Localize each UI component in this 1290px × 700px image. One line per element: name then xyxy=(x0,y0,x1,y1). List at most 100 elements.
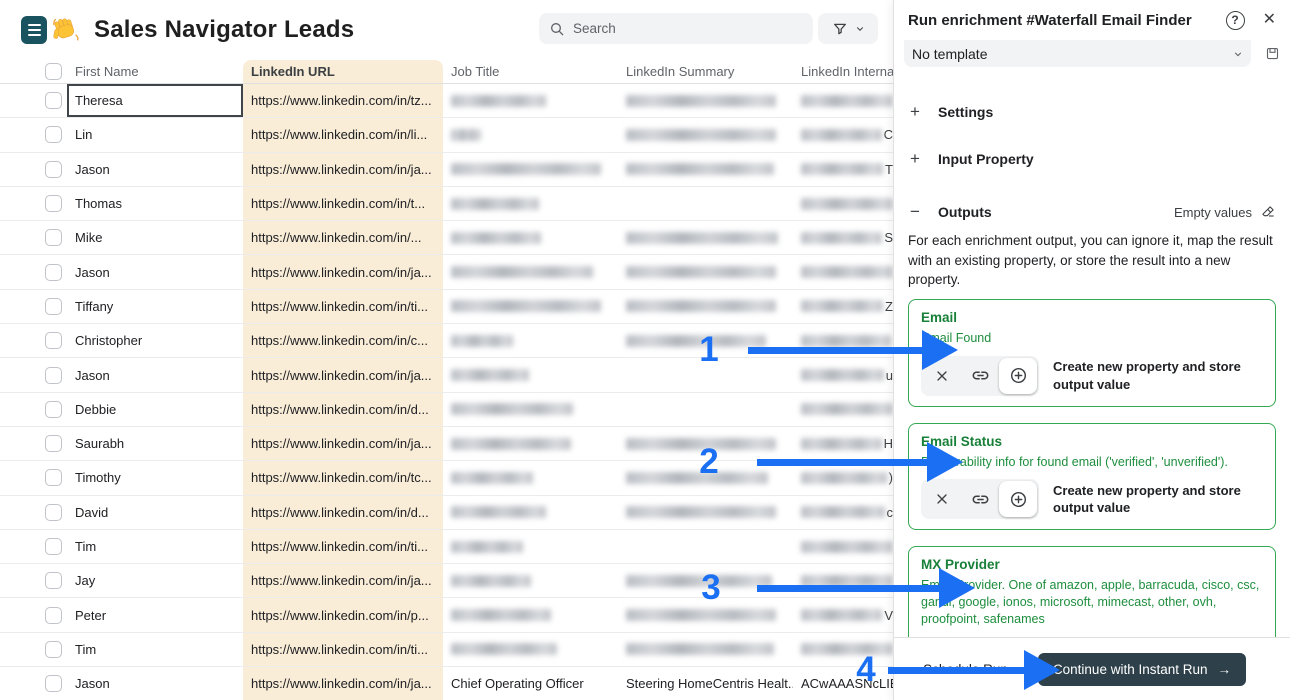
create-new-property-button[interactable] xyxy=(999,358,1037,394)
section-toggle-icon[interactable]: − xyxy=(908,202,922,222)
column-header-job-title[interactable]: Job Title xyxy=(443,60,618,83)
linkedin-summary-cell[interactable] xyxy=(618,118,793,151)
row-checkbox[interactable] xyxy=(45,641,62,658)
linkedin-summary-cell[interactable] xyxy=(618,290,793,323)
section-label[interactable]: Input Property xyxy=(938,151,1276,167)
first-name-cell[interactable]: Lin xyxy=(67,118,243,151)
job-title-cell[interactable] xyxy=(443,427,618,460)
linkedin-summary-cell[interactable] xyxy=(618,564,793,597)
row-checkbox[interactable] xyxy=(45,161,62,178)
first-name-cell[interactable]: Jason xyxy=(67,358,243,391)
linkedin-summary-cell[interactable] xyxy=(618,598,793,631)
job-title-cell[interactable] xyxy=(443,393,618,426)
linkedin-summary-cell[interactable] xyxy=(618,427,793,460)
continue-instant-run-button[interactable]: Continue with Instant Run → xyxy=(1038,653,1246,686)
linkedin-internal-id-cell[interactable] xyxy=(793,530,893,563)
linkedin-summary-cell[interactable] xyxy=(618,633,793,666)
linkedin-summary-cell[interactable] xyxy=(618,461,793,494)
linkedin-internal-id-cell[interactable] xyxy=(793,255,893,288)
first-name-cell[interactable]: Mike xyxy=(67,221,243,254)
job-title-cell[interactable] xyxy=(443,153,618,186)
linkedin-internal-id-cell[interactable]: S xyxy=(793,221,893,254)
schedule-run-button[interactable]: Schedule Run xyxy=(923,662,1008,677)
linkedin-summary-cell[interactable] xyxy=(618,358,793,391)
linkedin-url-cell[interactable]: https://www.linkedin.com/in/... xyxy=(243,221,443,254)
job-title-cell[interactable] xyxy=(443,633,618,666)
linkedin-url-cell[interactable]: https://www.linkedin.com/in/ja... xyxy=(243,255,443,288)
row-checkbox[interactable] xyxy=(45,435,62,452)
row-checkbox[interactable] xyxy=(45,469,62,486)
first-name-cell[interactable]: Saurabh xyxy=(67,427,243,460)
save-template-icon[interactable] xyxy=(1265,46,1280,61)
row-checkbox[interactable] xyxy=(45,229,62,246)
linkedin-internal-id-cell[interactable]: ACwAAASNcLIBrQ xyxy=(793,667,893,700)
job-title-cell[interactable] xyxy=(443,118,618,151)
linkedin-url-cell[interactable]: https://www.linkedin.com/in/li... xyxy=(243,118,443,151)
column-header-linkedin-internal-id[interactable]: LinkedIn Internal ID xyxy=(793,60,893,83)
linkedin-url-cell[interactable]: https://www.linkedin.com/in/ti... xyxy=(243,530,443,563)
first-name-cell[interactable]: Christopher xyxy=(67,324,243,357)
template-select[interactable]: No template xyxy=(904,40,1251,67)
first-name-cell[interactable]: Timothy xyxy=(67,461,243,494)
row-checkbox[interactable] xyxy=(45,401,62,418)
job-title-cell[interactable] xyxy=(443,496,618,529)
column-header-linkedin-summary[interactable]: LinkedIn Summary xyxy=(618,60,793,83)
linkedin-internal-id-cell[interactable] xyxy=(793,633,893,666)
linkedin-internal-id-cell[interactable]: H xyxy=(793,427,893,460)
empty-values-button[interactable]: Empty values xyxy=(1174,204,1276,220)
row-checkbox[interactable] xyxy=(45,332,62,349)
linkedin-summary-cell[interactable] xyxy=(618,187,793,220)
first-name-cell[interactable]: Tiffany xyxy=(67,290,243,323)
linkedin-url-cell[interactable]: https://www.linkedin.com/in/ja... xyxy=(243,358,443,391)
job-title-cell[interactable] xyxy=(443,84,618,117)
job-title-cell[interactable] xyxy=(443,290,618,323)
first-name-cell[interactable]: Jason xyxy=(67,153,243,186)
job-title-cell[interactable] xyxy=(443,461,618,494)
job-title-cell[interactable] xyxy=(443,358,618,391)
first-name-cell[interactable]: Peter xyxy=(67,598,243,631)
linkedin-url-cell[interactable]: https://www.linkedin.com/in/ja... xyxy=(243,153,443,186)
row-checkbox[interactable] xyxy=(45,195,62,212)
linkedin-summary-cell[interactable] xyxy=(618,496,793,529)
linkedin-internal-id-cell[interactable]: u xyxy=(793,358,893,391)
linkedin-internal-id-cell[interactable]: C xyxy=(793,118,893,151)
linkedin-url-cell[interactable]: https://www.linkedin.com/in/ja... xyxy=(243,667,443,700)
job-title-cell[interactable]: Chief Operating Officer xyxy=(443,667,618,700)
linkedin-internal-id-cell[interactable]: T xyxy=(793,153,893,186)
linkedin-summary-cell[interactable] xyxy=(618,324,793,357)
row-checkbox[interactable] xyxy=(45,607,62,624)
menu-button[interactable] xyxy=(21,16,47,44)
select-all-checkbox[interactable] xyxy=(45,63,62,80)
linkedin-summary-cell[interactable] xyxy=(618,84,793,117)
linkedin-url-cell[interactable]: https://www.linkedin.com/in/d... xyxy=(243,393,443,426)
first-name-cell[interactable]: Jason xyxy=(67,667,243,700)
map-existing-property-button[interactable] xyxy=(961,481,999,517)
linkedin-url-cell[interactable]: https://www.linkedin.com/in/tc... xyxy=(243,461,443,494)
row-checkbox[interactable] xyxy=(45,367,62,384)
create-new-property-button[interactable] xyxy=(999,481,1037,517)
row-checkbox[interactable] xyxy=(45,298,62,315)
close-icon[interactable]: ✕ xyxy=(1263,12,1276,28)
linkedin-url-cell[interactable]: https://www.linkedin.com/in/ti... xyxy=(243,290,443,323)
linkedin-summary-cell[interactable] xyxy=(618,153,793,186)
job-title-cell[interactable] xyxy=(443,324,618,357)
linkedin-internal-id-cell[interactable] xyxy=(793,187,893,220)
first-name-cell[interactable]: David xyxy=(67,496,243,529)
job-title-cell[interactable] xyxy=(443,530,618,563)
ignore-output-button[interactable] xyxy=(923,358,961,394)
linkedin-url-cell[interactable]: https://www.linkedin.com/in/tz... xyxy=(243,84,443,117)
linkedin-url-cell[interactable]: https://www.linkedin.com/in/d... xyxy=(243,496,443,529)
row-checkbox[interactable] xyxy=(45,92,62,109)
first-name-cell[interactable]: Debbie xyxy=(67,393,243,426)
map-existing-property-button[interactable] xyxy=(961,358,999,394)
linkedin-internal-id-cell[interactable]: V xyxy=(793,598,893,631)
job-title-cell[interactable] xyxy=(443,221,618,254)
row-checkbox[interactable] xyxy=(45,504,62,521)
linkedin-url-cell[interactable]: https://www.linkedin.com/in/ti... xyxy=(243,633,443,666)
search-input[interactable]: Search xyxy=(539,13,813,44)
job-title-cell[interactable] xyxy=(443,255,618,288)
linkedin-summary-cell[interactable] xyxy=(618,221,793,254)
row-checkbox[interactable] xyxy=(45,675,62,692)
linkedin-internal-id-cell[interactable] xyxy=(793,564,893,597)
first-name-cell[interactable]: Jason xyxy=(67,255,243,288)
